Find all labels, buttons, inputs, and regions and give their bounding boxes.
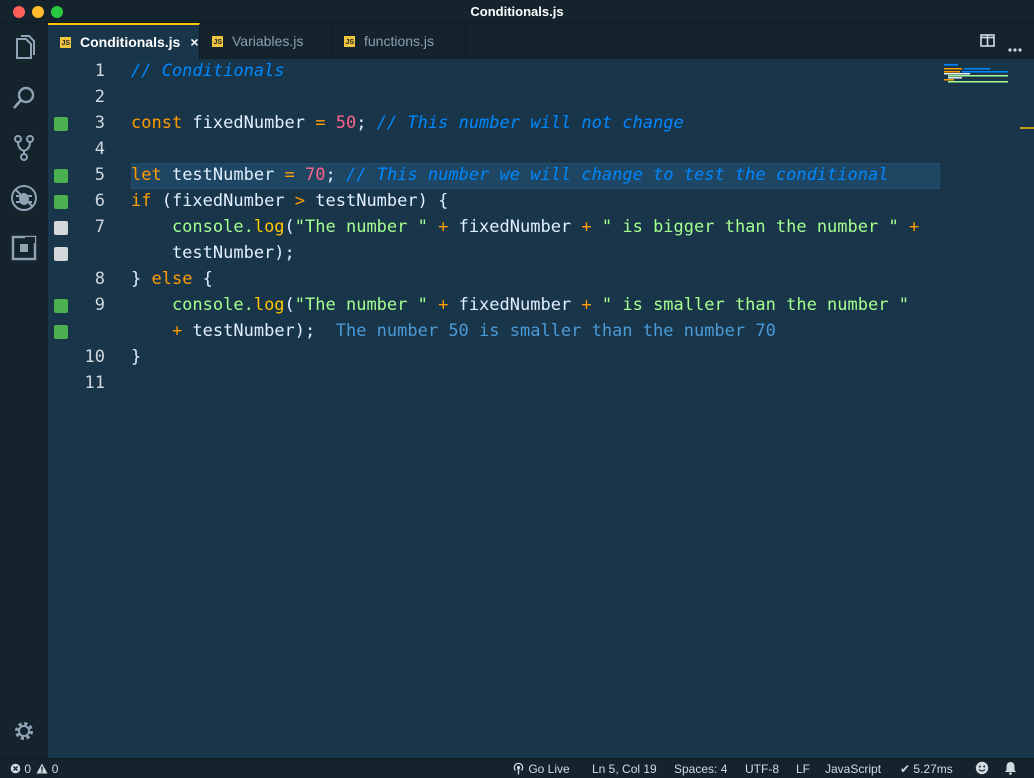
debug-icon[interactable] [9,183,39,213]
broadcast-icon [513,762,524,775]
line-number: 5 [94,165,105,185]
git-change-marker [54,247,68,261]
git-change-marker [54,325,68,339]
split-editor-icon[interactable] [980,34,995,52]
more-actions-icon[interactable] [1008,39,1022,57]
tab-variables[interactable]: JS Variables.js [200,23,332,59]
line-number: 11 [84,373,105,393]
git-change-marker [54,117,68,131]
title-bar: Conditionals.js [0,0,1034,23]
tab-functions[interactable]: JS functions.js [332,23,466,59]
js-file-icon: JS [60,36,71,48]
code-line-current[interactable]: 5 let testNumber = 70; // This number we… [48,163,1034,189]
code-line[interactable]: 1 // Conditionals [48,59,1034,85]
error-count: 0 [24,762,32,776]
tab-label: Variables.js [232,33,304,49]
source-control-icon[interactable] [9,133,39,163]
line-number: 2 [94,87,105,107]
tab-label: functions.js [364,33,435,49]
error-icon [10,763,21,774]
line-number: 8 [94,269,105,289]
encoding[interactable]: UTF-8 [745,762,779,776]
git-change-marker [54,299,68,313]
inline-result: The number 50 is smaller than the number… [335,321,776,341]
js-file-icon: JS [212,35,223,47]
editor-actions [964,23,1034,59]
js-file-icon: JS [344,35,355,47]
minimap[interactable] [944,63,1020,83]
line-number: 3 [94,113,105,133]
cursor-position[interactable]: Ln 5, Col 19 [592,762,657,776]
code-line[interactable]: 8 } else { [48,267,1034,293]
code-line[interactable]: 6 if (fixedNumber > testNumber) { [48,189,1034,215]
git-change-marker [54,169,68,183]
line-number: 6 [94,191,105,211]
overview-cursor-mark [1020,127,1034,129]
overview-ruler[interactable] [1020,59,1034,758]
code-line-wrapped[interactable]: + testNumber); The number 50 is smaller … [48,319,1034,345]
line-number: 9 [94,295,105,315]
git-change-marker [54,221,68,235]
code-line[interactable]: 10 } [48,345,1034,371]
code-line[interactable]: 3 const fixedNumber = 50; // This number… [48,111,1034,137]
code-line[interactable]: 4 [48,137,1034,163]
notifications-bell-icon[interactable] [1004,761,1017,778]
go-live-label: Go Live [528,762,570,776]
language-mode[interactable]: JavaScript [825,762,881,776]
line-number: 7 [94,217,105,237]
files-icon[interactable] [9,33,39,63]
problems-indicator[interactable]: 0 0 [10,762,58,776]
search-icon[interactable] [9,83,39,113]
tab-label: Conditionals.js [80,34,181,50]
code-line[interactable]: 2 [48,85,1034,111]
activity-bar [0,23,48,758]
go-live-button[interactable]: Go Live [512,762,570,776]
extensions-icon[interactable] [9,233,39,263]
code-line[interactable]: 9 console.log("The number " + fixedNumbe… [48,293,1034,319]
code-line[interactable]: 11 [48,371,1034,397]
settings-gear-icon[interactable] [9,716,39,746]
git-change-marker [54,195,68,209]
code-line-wrapped[interactable]: testNumber); [48,241,1034,267]
window-title: Conditionals.js [470,4,564,19]
indentation[interactable]: Spaces: 4 [674,762,727,776]
line-number: 10 [84,347,105,367]
tab-conditionals[interactable]: JS Conditionals.js × [48,23,200,59]
close-icon[interactable]: × [190,34,198,50]
lint-timing[interactable]: ✔ 5.27ms [900,762,953,776]
end-of-line[interactable]: LF [796,762,810,776]
warning-icon [36,763,48,774]
status-bar: 0 0 Go Live Ln 5, Col 19 Spaces: 4 UTF-8… [0,758,1034,778]
warning-count: 0 [51,762,59,776]
line-number: 1 [94,61,105,81]
code-editor[interactable]: 1 // Conditionals 2 3 const fixedNumber … [48,59,1034,758]
code-line[interactable]: 7 console.log("The number " + fixedNumbe… [48,215,1034,241]
tab-bar: JS Conditionals.js × JS Variables.js JS … [48,23,1034,59]
feedback-smiley-icon[interactable] [975,761,989,778]
line-number: 4 [94,139,105,159]
